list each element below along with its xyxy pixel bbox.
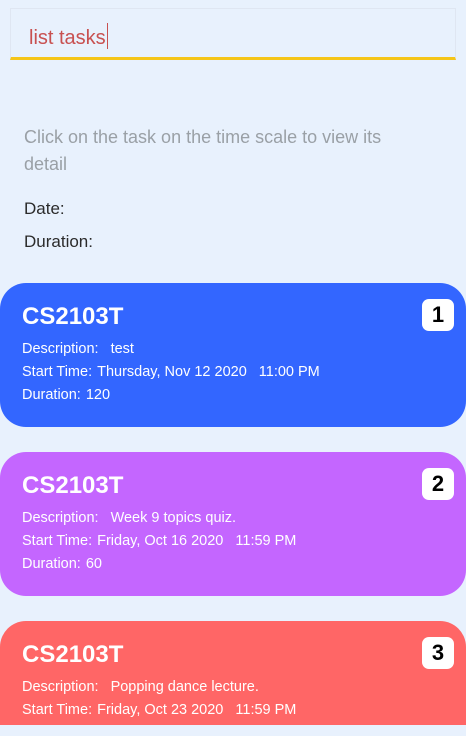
task-title: CS2103T	[22, 641, 124, 668]
task-card-2[interactable]: CS2103T 2 Description: Week 9 topics quiz…	[0, 452, 466, 596]
task-index-badge: 3	[422, 637, 454, 669]
task-title: CS2103T	[22, 472, 124, 499]
task-duration: Duration: 120	[22, 387, 111, 403]
task-description: Description: Week 9 topics quiz.	[22, 510, 237, 526]
text-caret	[106, 23, 108, 49]
command-input[interactable]: list tasks	[29, 23, 108, 50]
task-duration: Duration: 60	[22, 556, 102, 572]
task-title: CS2103T	[22, 303, 124, 330]
task-index-badge: 2	[422, 468, 454, 500]
duration-label: Duration:	[24, 232, 93, 251]
task-start-time: Start Time: Friday, Oct 16 2020 11:59 PM	[22, 533, 297, 549]
date-label: Date:	[24, 199, 65, 218]
task-description: Description: Popping dance lecture.	[22, 679, 259, 695]
task-card-3[interactable]: CS2103T 3 Description: Popping dance lect…	[0, 621, 466, 725]
task-description: Description: test	[22, 341, 134, 357]
task-index-badge: 1	[422, 299, 454, 331]
command-box[interactable]: list tasks	[10, 8, 456, 60]
task-card-1[interactable]: CS2103T 1 Description: test Start Time: Th…	[0, 283, 466, 427]
task-start-time: Start Time: Friday, Oct 23 2020 11:59 PM	[22, 702, 297, 718]
task-start-time: Start Time: Thursday, Nov 12 2020 11:00 PM	[22, 364, 320, 380]
detail-hint: Click on the task on the time scale to v…	[24, 127, 382, 174]
